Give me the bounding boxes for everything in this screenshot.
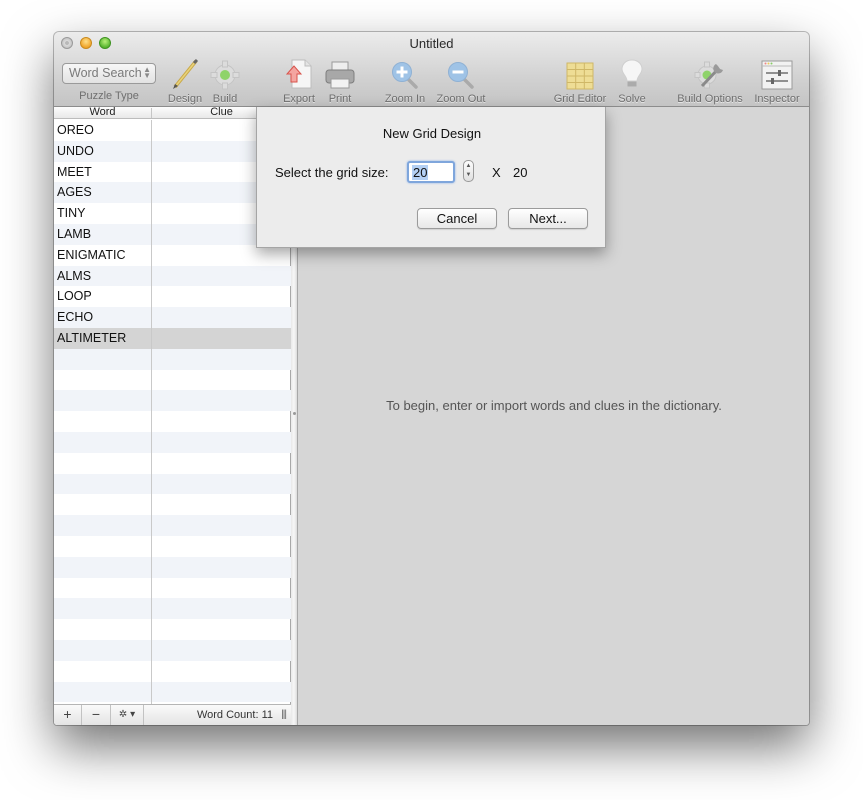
dialog-title: New Grid Design [382, 126, 482, 141]
printer-icon [325, 61, 355, 89]
clue-cell[interactable] [151, 266, 291, 287]
print-label: Print [328, 93, 352, 105]
clue-cell[interactable] [151, 307, 291, 328]
lightbulb-icon [621, 59, 643, 87]
cancel-button[interactable]: Cancel [417, 208, 497, 229]
word-count: Word Count: 11 [196, 709, 273, 721]
zoom-out-label: Zoom Out [436, 93, 486, 105]
grid-size-height: 20 [513, 165, 528, 180]
empty-table-row[interactable] [54, 536, 291, 557]
next-button[interactable]: Next... [508, 208, 588, 229]
empty-state-message: To begin, enter or import words and clue… [386, 398, 722, 413]
new-grid-design-dialog: New Grid Design Select the grid size: 20… [256, 107, 606, 248]
solve-label: Solve [618, 93, 646, 105]
pencil-icon [173, 58, 199, 89]
table-row[interactable]: ALMS [54, 265, 291, 287]
export-button[interactable]: Export [280, 58, 318, 105]
grid-editor-button[interactable]: Grid Editor [552, 58, 608, 105]
divider-grip-icon [293, 412, 296, 415]
empty-table-row[interactable] [54, 661, 291, 682]
empty-table-row[interactable] [54, 515, 291, 536]
word-cell[interactable]: LAMB [54, 224, 151, 245]
zoom-in-icon [392, 62, 418, 89]
empty-table-row[interactable] [54, 494, 291, 515]
build-options-button[interactable]: Build Options [674, 58, 746, 105]
word-cell[interactable]: LOOP [54, 286, 151, 307]
window-title: Untitled [409, 36, 454, 51]
zoom-in-label: Zoom In [384, 93, 426, 105]
gear-wrench-icon [694, 61, 723, 89]
resize-handle[interactable]: ||| [281, 709, 287, 720]
app-window: Untitled Word Search ▲ ▼ Puzzle Type Desi… [54, 32, 809, 725]
gear-icon [210, 60, 240, 90]
table-row[interactable]: ALTIMETER [54, 327, 291, 349]
word-cell[interactable]: OREO [54, 120, 151, 141]
empty-table-row[interactable] [54, 411, 291, 432]
word-cell[interactable]: TINY [54, 203, 151, 224]
empty-table-row[interactable] [54, 681, 291, 703]
empty-table-row[interactable] [54, 578, 291, 599]
clue-cell[interactable] [151, 286, 291, 307]
table-row[interactable]: LOOP [54, 286, 291, 307]
select-arrows-icon: ▲ ▼ [143, 65, 151, 80]
table-bottom-bar: + − ✲ ▾ Word Count: 11 ||| [54, 704, 291, 725]
word-cell[interactable]: ALMS [54, 266, 151, 287]
word-cell[interactable]: ECHO [54, 307, 151, 328]
design-label: Design [167, 93, 203, 105]
grid-size-label: Select the grid size: [275, 165, 389, 180]
word-cell[interactable]: ALTIMETER [54, 328, 151, 349]
remove-word-button[interactable]: − [82, 705, 111, 725]
sliders-icon [761, 60, 793, 90]
word-cell[interactable]: AGES [54, 182, 151, 203]
add-word-button[interactable]: + [54, 705, 82, 725]
zoom-out-button[interactable]: Zoom Out [434, 58, 488, 105]
empty-table-row[interactable] [54, 619, 291, 640]
inspector-button[interactable]: Inspector [752, 58, 802, 105]
grid-size-input[interactable]: 20 [407, 161, 455, 183]
grid-size-stepper[interactable]: ▲ ▼ [463, 160, 474, 182]
empty-table-row[interactable] [54, 556, 291, 578]
build-button[interactable]: Build [209, 58, 241, 105]
empty-table-row[interactable] [54, 348, 291, 370]
build-label: Build [212, 93, 238, 105]
puzzle-type-select[interactable]: Word Search ▲ ▼ [62, 63, 156, 84]
grid-icon [566, 62, 594, 90]
grid-editor-label: Grid Editor [553, 93, 607, 105]
empty-table-row[interactable] [54, 431, 291, 453]
toolbar: Untitled Word Search ▲ ▼ Puzzle Type Desi… [54, 32, 809, 107]
column-divider [151, 120, 152, 704]
word-cell[interactable]: MEET [54, 162, 151, 183]
zoom-out-icon [448, 62, 474, 89]
empty-table-row[interactable] [54, 639, 291, 661]
grid-size-value: 20 [412, 165, 429, 180]
export-icon [285, 59, 312, 89]
word-cell[interactable]: ENIGMATIC [54, 245, 151, 266]
empty-table-row[interactable] [54, 390, 291, 412]
empty-table-row[interactable] [54, 370, 291, 391]
action-menu-button[interactable]: ✲ ▾ [111, 705, 144, 725]
word-cell[interactable]: UNDO [54, 141, 151, 162]
clue-cell[interactable] [151, 328, 291, 349]
inspector-label: Inspector [754, 93, 800, 105]
solve-button[interactable]: Solve [616, 58, 648, 105]
design-button[interactable]: Design [167, 58, 203, 105]
empty-table-row[interactable] [54, 453, 291, 474]
table-row[interactable]: ECHO [54, 307, 291, 328]
zoom-in-button[interactable]: Zoom In [382, 58, 428, 105]
build-options-label: Build Options [677, 93, 743, 105]
print-button[interactable]: Print [322, 58, 358, 105]
column-header-word[interactable]: Word [54, 106, 151, 118]
empty-table-row[interactable] [54, 473, 291, 495]
times-label: X [492, 165, 501, 180]
empty-table-row[interactable] [54, 598, 291, 620]
puzzle-type-value: Word Search [69, 66, 142, 80]
export-label: Export [283, 93, 315, 105]
puzzle-type-label: Puzzle Type [79, 90, 139, 102]
